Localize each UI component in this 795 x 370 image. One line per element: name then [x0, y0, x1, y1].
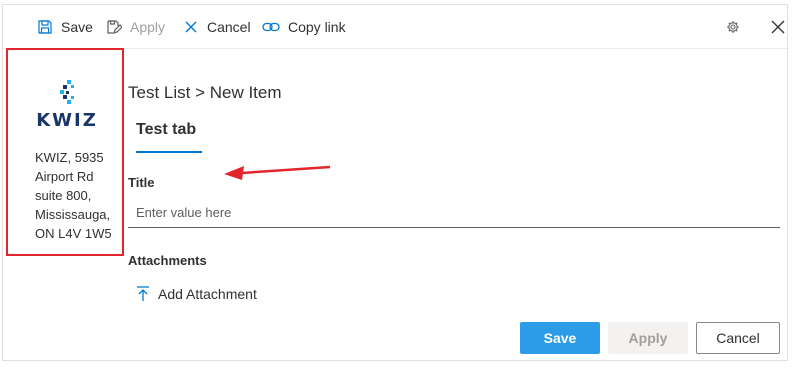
company-address: KWIZ, 5935 Airport Rd suite 800, Mississ… — [35, 148, 125, 243]
tab-test-tab[interactable]: Test tab — [136, 121, 196, 147]
red-arrow-annotation — [224, 165, 331, 180]
toolbar-cancel-button[interactable]: Cancel — [183, 17, 251, 37]
title-input[interactable] — [128, 198, 780, 228]
command-bar: Save Apply Cancel Copy link — [3, 5, 787, 49]
add-attachment-button[interactable]: Add Attachment — [136, 284, 257, 304]
close-icon — [771, 20, 785, 34]
cancel-icon — [185, 21, 197, 33]
upload-icon — [137, 286, 149, 301]
address-line: suite 800, — [35, 188, 92, 203]
active-tab-indicator — [136, 151, 202, 153]
toolbar-cancel-label: Cancel — [207, 19, 251, 35]
apply-button[interactable]: Apply — [608, 322, 688, 354]
toolbar-apply-label: Apply — [130, 19, 166, 35]
toolbar-copy-link-button[interactable]: Copy link — [262, 17, 346, 37]
close-panel-button[interactable] — [768, 17, 788, 37]
toolbar-save-button[interactable]: Save — [37, 17, 93, 37]
toolbar-save-label: Save — [61, 19, 93, 35]
kwiz-logo-mark-icon — [60, 80, 74, 104]
attachments-label: Attachments — [128, 253, 207, 268]
kwiz-logo: KWIZ — [32, 78, 102, 134]
save-icon — [38, 20, 52, 34]
add-attachment-label: Add Attachment — [158, 286, 257, 302]
breadcrumb: Test List > New Item — [128, 83, 282, 102]
gear-icon — [727, 21, 739, 33]
settings-button[interactable] — [723, 17, 743, 37]
kwiz-logo-text: KWIZ — [36, 110, 98, 131]
address-line: Mississauga, — [35, 207, 111, 222]
address-line: Airport Rd — [35, 169, 94, 184]
toolbar-copy-link-label: Copy link — [288, 19, 346, 35]
toolbar-apply-button[interactable]: Apply — [106, 17, 165, 37]
company-info-highlight-box: KWIZ KWIZ, 5935 Airport Rd suite 800, Mi… — [6, 48, 124, 256]
link-icon — [262, 22, 280, 32]
address-line: KWIZ, 5935 — [35, 150, 104, 165]
apply-icon — [107, 20, 122, 34]
title-field-label: Title — [128, 175, 155, 190]
save-button[interactable]: Save — [520, 322, 600, 354]
cancel-button[interactable]: Cancel — [696, 322, 780, 354]
address-line: ON L4V 1W5 — [35, 226, 112, 241]
